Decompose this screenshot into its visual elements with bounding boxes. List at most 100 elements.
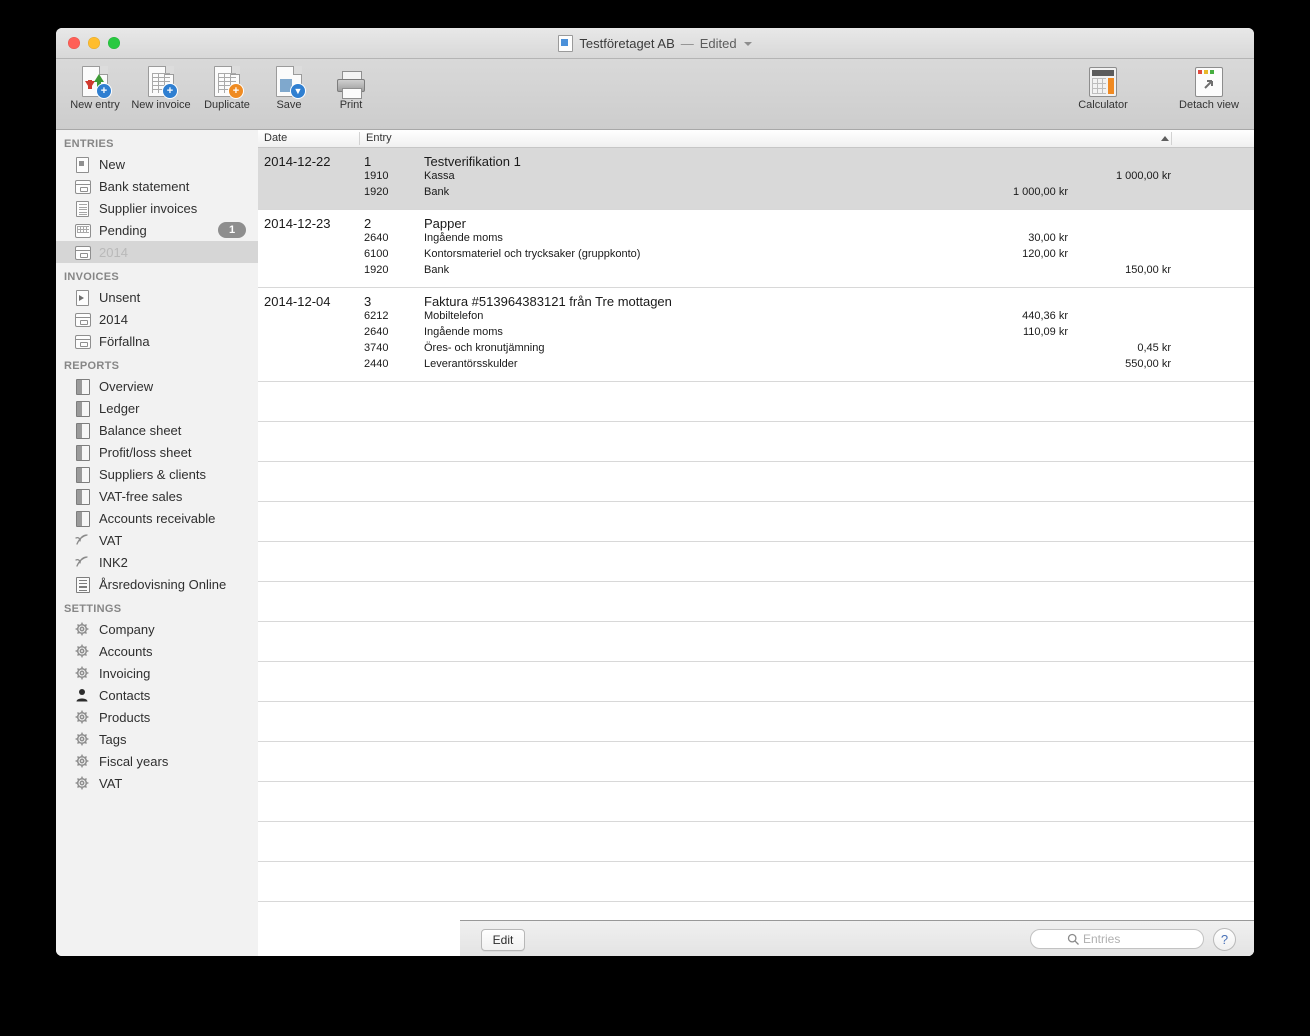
line-credit-amount: 440,36 kr	[1022, 310, 1068, 322]
sort-ascending-icon[interactable]	[1161, 136, 1169, 141]
line-account: 2440	[364, 358, 389, 370]
table-row-empty[interactable]	[258, 782, 1254, 822]
table-row-empty[interactable]	[258, 502, 1254, 542]
table-row[interactable]: 2014-12-04 3 Faktura #513964383121 från Tr…	[258, 288, 1254, 382]
sidebar-item-label: Accounts receivable	[99, 510, 216, 526]
content-area: Date Entry 2014-12-22 1 Testverifikation 1…	[258, 130, 1254, 956]
line-name: Leverantörsskulder	[424, 358, 518, 370]
sidebar-item-label: Balance sheet	[99, 422, 182, 438]
toolbar: + New entry + New invoice + Duplicate ▼ …	[56, 59, 1254, 130]
sidebar-item-vat[interactable]: VAT	[56, 529, 258, 551]
save-button[interactable]: ▼ Save	[258, 63, 320, 111]
sidebar-item-rsredovisning-online[interactable]: Årsredovisning Online	[56, 573, 258, 595]
sidebar-item-new[interactable]: New	[56, 153, 258, 175]
gear-icon	[74, 731, 90, 747]
table-row-empty[interactable]	[258, 822, 1254, 862]
table-row-empty[interactable]	[258, 742, 1254, 782]
table-row-empty[interactable]	[258, 862, 1254, 902]
sidebar-item-ledger[interactable]: Ledger	[56, 397, 258, 419]
send-document-icon	[74, 289, 90, 306]
sidebar-item-unsent[interactable]: Unsent	[56, 286, 258, 308]
archive-box-icon	[74, 244, 91, 260]
sidebar-item-label: Profit/loss sheet	[99, 444, 192, 460]
line-name: Ingående moms	[424, 326, 503, 338]
app-window: Testföretaget AB — Edited + New entry + …	[56, 28, 1254, 956]
minimize-window-button[interactable]	[88, 37, 100, 49]
window-title-group: Testföretaget AB — Edited	[56, 28, 1254, 58]
sidebar-item-vat[interactable]: VAT	[56, 772, 258, 794]
sidebar-item-label: 2014	[99, 311, 128, 327]
column-header-date[interactable]: Date	[264, 132, 287, 144]
sidebar-item-2014[interactable]: 2014	[56, 308, 258, 330]
help-button[interactable]: ?	[1213, 928, 1236, 951]
sidebar-item-label: VAT	[99, 532, 123, 548]
sidebar-item-label: Products	[99, 709, 151, 725]
sidebar-item-products[interactable]: Products	[56, 706, 258, 728]
chevron-down-icon[interactable]	[743, 42, 752, 46]
toolbar-right-group: Calculator Detach view	[1068, 63, 1244, 111]
sidebar-item-accounts[interactable]: Accounts	[56, 640, 258, 662]
new-entry-button[interactable]: + New entry	[64, 63, 126, 111]
line-debit-amount: 150,00 kr	[1125, 264, 1171, 276]
sidebar-item-accounts-receivable[interactable]: Accounts receivable	[56, 507, 258, 529]
zoom-window-button[interactable]	[108, 37, 120, 49]
new-invoice-label: New invoice	[131, 99, 191, 111]
table-row-empty[interactable]	[258, 902, 1254, 921]
calculator-button[interactable]: Calculator	[1068, 63, 1138, 111]
new-invoice-icon: +	[148, 63, 178, 99]
sidebar-item-fiscal-years[interactable]: Fiscal years	[56, 750, 258, 772]
print-button[interactable]: Print	[320, 63, 382, 111]
sidebar-item-f-rfallna[interactable]: Förfallna	[56, 330, 258, 352]
sidebar-item-suppliers-clients[interactable]: Suppliers & clients	[56, 463, 258, 485]
table-row-empty[interactable]	[258, 422, 1254, 462]
line-account: 1920	[364, 186, 389, 198]
detach-view-button[interactable]: Detach view	[1174, 63, 1244, 111]
sidebar-item-vat-free-sales[interactable]: VAT-free sales	[56, 485, 258, 507]
column-divider[interactable]	[359, 132, 360, 145]
column-divider[interactable]	[1171, 132, 1172, 145]
sidebar-item-company[interactable]: Company	[56, 618, 258, 640]
table-row-empty[interactable]	[258, 702, 1254, 742]
report-book-icon	[74, 510, 90, 527]
sidebar-item-tags[interactable]: Tags	[56, 728, 258, 750]
toolbar-left-group: + New entry + New invoice + Duplicate ▼ …	[64, 63, 382, 111]
sidebar-item-label: Fiscal years	[99, 753, 169, 769]
table-row-empty[interactable]	[258, 622, 1254, 662]
sidebar-item-contacts[interactable]: Contacts	[56, 684, 258, 706]
edit-button[interactable]: Edit	[481, 929, 525, 951]
sidebar-item-balance-sheet[interactable]: Balance sheet	[56, 419, 258, 441]
sidebar-item-supplier-invoices[interactable]: Supplier invoices	[56, 197, 258, 219]
sidebar-item-label: VAT	[99, 775, 123, 791]
gear-icon	[74, 775, 90, 791]
table-row-empty[interactable]	[258, 382, 1254, 422]
column-header-entry[interactable]: Entry	[366, 132, 392, 144]
entry-number: 1	[364, 154, 372, 169]
archive-box-icon	[74, 311, 91, 327]
sidebar-item-invoicing[interactable]: Invoicing	[56, 662, 258, 684]
duplicate-icon: +	[214, 63, 244, 99]
table-row-empty[interactable]	[258, 462, 1254, 502]
sidebar-item-2014[interactable]: 2014	[56, 241, 258, 263]
search-input[interactable]: Entries	[1030, 929, 1204, 949]
sidebar-item-bank-statement[interactable]: Bank statement	[56, 175, 258, 197]
table-row[interactable]: 2014-12-22 1 Testverifikation 1 1910 Kassa 1 …	[258, 148, 1254, 210]
edited-status: Edited	[699, 35, 737, 51]
sidebar: ENTRIES New Bank statement Supplier invoice…	[56, 130, 259, 956]
close-window-button[interactable]	[68, 37, 80, 49]
sidebar-item-label: Invoicing	[99, 665, 151, 681]
sidebar-item-profit-loss-sheet[interactable]: Profit/loss sheet	[56, 441, 258, 463]
duplicate-button[interactable]: + Duplicate	[196, 63, 258, 111]
table-row-empty[interactable]	[258, 582, 1254, 622]
new-invoice-button[interactable]: + New invoice	[126, 63, 196, 111]
table-row-empty[interactable]	[258, 662, 1254, 702]
table-row-empty[interactable]	[258, 542, 1254, 582]
table-row[interactable]: 2014-12-23 2 Papper 2640 Ingående moms 30,00 …	[258, 210, 1254, 288]
report-book-icon	[74, 422, 90, 439]
duplicate-label: Duplicate	[204, 99, 250, 111]
entry-line: 3740 Öres- och kronutjämning 0,45 kr	[258, 342, 1254, 358]
sidebar-item-pending[interactable]: Pending 1	[56, 219, 258, 241]
line-debit-amount: 550,00 kr	[1125, 358, 1171, 370]
sidebar-item-ink2[interactable]: INK2	[56, 551, 258, 573]
entries-table[interactable]: 2014-12-22 1 Testverifikation 1 1910 Kassa 1 …	[258, 148, 1254, 921]
sidebar-item-overview[interactable]: Overview	[56, 375, 258, 397]
